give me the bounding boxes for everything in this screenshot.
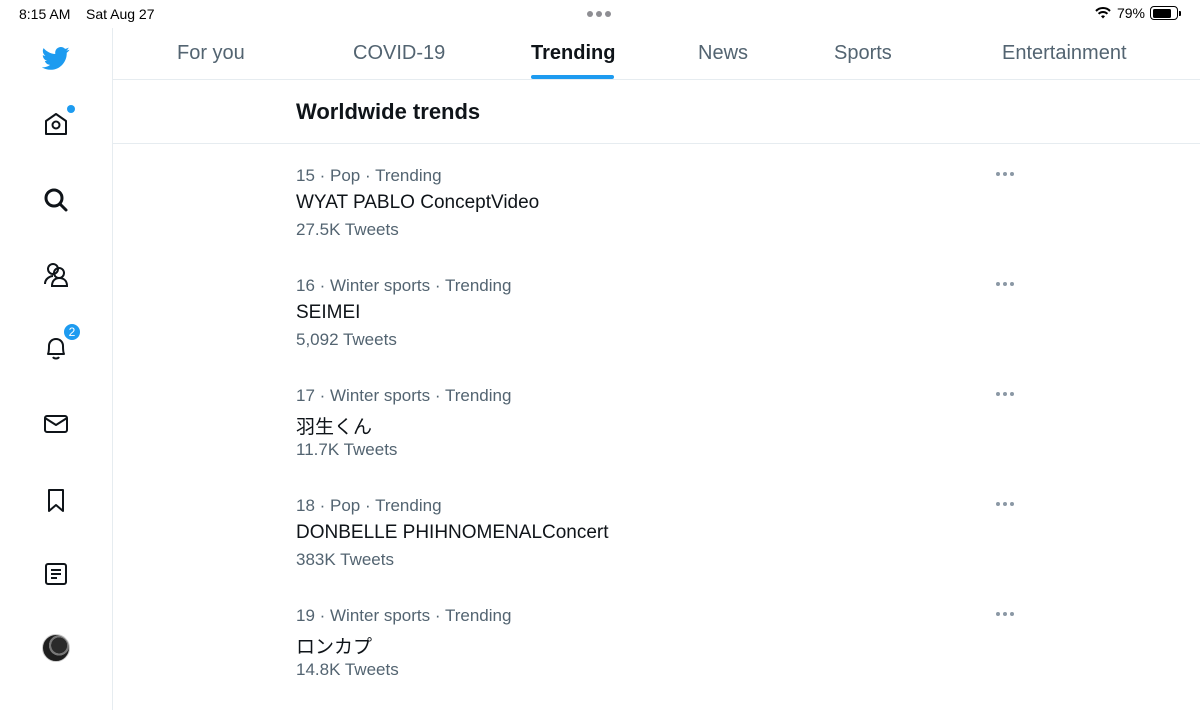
- trend-meta: 15 · Pop · Trending: [296, 166, 442, 185]
- communities-icon[interactable]: [40, 258, 72, 290]
- home-icon[interactable]: [40, 105, 75, 140]
- trend-meta: 18 · Pop · Trending: [296, 496, 442, 515]
- trend-tweet-count: 11.7K Tweets: [296, 440, 398, 459]
- trend-name: WYAT PABLO ConceptVideo: [296, 192, 540, 213]
- trend-name: DONBELLE PHIHNOMENALConcert: [296, 522, 609, 543]
- tab-sports[interactable]: Sports: [834, 42, 892, 65]
- active-tab-indicator: [531, 75, 614, 79]
- lists-icon[interactable]: [40, 558, 72, 590]
- battery-icon: [1150, 6, 1181, 20]
- trend-meta: 17 · Winter sports · Trending: [296, 386, 512, 405]
- trend-item[interactable]: 15 · Pop · Trending WYAT PABLO ConceptVi…: [296, 166, 1026, 266]
- trend-tweet-count: 27.5K Tweets: [296, 220, 399, 239]
- trend-meta: 16 · Winter sports · Trending: [296, 276, 512, 295]
- status-bar: 8:15 AM Sat Aug 27 79%: [0, 0, 1200, 28]
- battery-fill: [1152, 8, 1171, 18]
- more-options-icon[interactable]: [996, 166, 1018, 182]
- tab-entertainment[interactable]: Entertainment: [1002, 42, 1127, 65]
- trend-item[interactable]: 19 · Winter sports · Trending ロンカプ 14.8K…: [296, 606, 1026, 706]
- trend-item[interactable]: 16 · Winter sports · Trending SEIMEI 5,0…: [296, 276, 1026, 376]
- trend-name: 羽生くん: [296, 417, 373, 438]
- status-date: Sat Aug 27: [86, 6, 155, 22]
- tab-for-you[interactable]: For you: [177, 42, 245, 65]
- explore-tabs: For you COVID-19 Trending News Sports En…: [113, 28, 1200, 80]
- bookmarks-icon[interactable]: [40, 484, 72, 516]
- notifications-icon[interactable]: 2: [40, 323, 81, 364]
- more-options-icon[interactable]: [996, 496, 1018, 512]
- status-indicators: 79%: [1094, 5, 1181, 21]
- battery-percent: 79%: [1116, 5, 1145, 21]
- search-icon[interactable]: [40, 184, 72, 216]
- section-header: Worldwide trends: [113, 80, 1200, 144]
- more-options-icon[interactable]: [996, 606, 1018, 622]
- tab-covid-19[interactable]: COVID-19: [353, 42, 445, 65]
- more-options-icon[interactable]: [996, 276, 1018, 292]
- notification-count-badge: 2: [63, 323, 81, 341]
- trend-tweet-count: 14.8K Tweets: [296, 660, 399, 679]
- status-time: 8:15 AM: [19, 6, 71, 22]
- profile-avatar[interactable]: [42, 634, 70, 662]
- multitasking-dots-icon[interactable]: [587, 11, 611, 17]
- trend-name: ロンカプ: [296, 637, 373, 658]
- trend-item[interactable]: 17 · Winter sports · Trending 羽生くん 11.7K…: [296, 386, 1026, 486]
- sidebar-nav: 2: [0, 28, 113, 710]
- trend-name: SEIMEI: [296, 302, 361, 323]
- tab-trending[interactable]: Trending: [531, 42, 615, 65]
- wifi-icon: [1095, 7, 1111, 19]
- trend-tweet-count: 383K Tweets: [296, 550, 394, 569]
- home-unread-dot: [67, 105, 75, 113]
- trend-meta: 19 · Winter sports · Trending: [296, 606, 512, 625]
- page-title: Worldwide trends: [296, 99, 481, 124]
- twitter-logo-icon[interactable]: [40, 42, 72, 74]
- messages-icon[interactable]: [40, 408, 72, 440]
- tab-news[interactable]: News: [698, 42, 748, 65]
- more-options-icon[interactable]: [996, 386, 1018, 402]
- trend-tweet-count: 5,092 Tweets: [296, 330, 397, 349]
- trend-item[interactable]: 18 · Pop · Trending DONBELLE PHIHNOMENAL…: [296, 496, 1026, 596]
